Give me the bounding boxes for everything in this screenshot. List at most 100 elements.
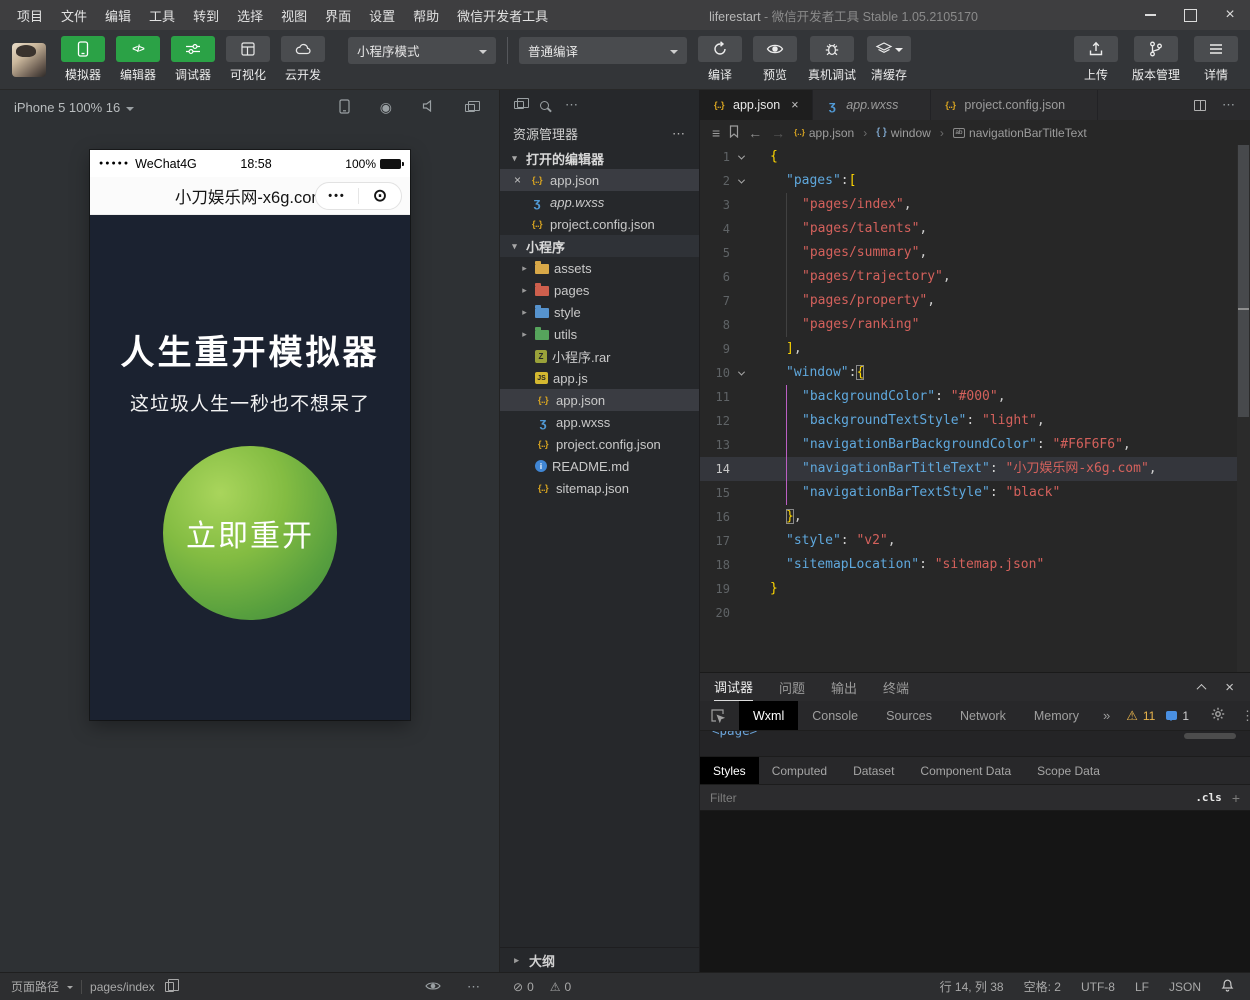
- cloud-dev-button[interactable]: 云开发: [281, 36, 325, 83]
- maximize-button[interactable]: [1170, 0, 1210, 30]
- outline-section[interactable]: ▸ 大纲: [500, 947, 699, 972]
- statusbar-problems-zone[interactable]: ⊘ 0 ⚠ 0: [500, 980, 700, 994]
- devtools-tab[interactable]: Memory: [1020, 701, 1093, 730]
- filter-input[interactable]: [710, 791, 1187, 805]
- explorer-item[interactable]: ʒapp.wxss: [500, 411, 699, 433]
- scrollbar[interactable]: [1237, 145, 1250, 672]
- more-icon[interactable]: ⋯: [565, 97, 579, 113]
- more-tabs-icon[interactable]: »: [1093, 701, 1120, 730]
- open-editors-section[interactable]: ▾ 打开的编辑器: [500, 147, 699, 169]
- menubar-item[interactable]: 微信开发者工具: [448, 6, 557, 25]
- code-line[interactable]: 17"style": "v2",: [700, 529, 1250, 553]
- restart-button[interactable]: 立即重开: [163, 446, 337, 620]
- code-line[interactable]: 12"backgroundTextStyle": "light",: [700, 409, 1250, 433]
- visualizer-toggle-button[interactable]: 可视化: [226, 36, 270, 83]
- remote-debug-button[interactable]: 真机调试: [808, 36, 856, 83]
- code-line[interactable]: 20: [700, 601, 1250, 625]
- explorer-item[interactable]: {..}project.config.json: [500, 433, 699, 455]
- fold-icon[interactable]: [730, 371, 752, 376]
- menubar-item[interactable]: 文件: [52, 6, 96, 25]
- fold-icon[interactable]: [730, 155, 752, 160]
- debugger-tab[interactable]: 问题: [779, 673, 805, 701]
- devtools-tab[interactable]: Network: [946, 701, 1020, 730]
- explorer-item[interactable]: Z小程序.rar: [500, 345, 699, 367]
- code-line[interactable]: 14"navigationBarTitleText": "小刀娱乐网-x6g.c…: [700, 457, 1250, 481]
- add-style-icon[interactable]: +: [1232, 790, 1240, 806]
- wxml-tree[interactable]: <page>: [700, 731, 1250, 757]
- encoding[interactable]: UTF-8: [1081, 980, 1115, 994]
- menubar-item[interactable]: 工具: [140, 6, 184, 25]
- tab-close-icon[interactable]: ×: [791, 98, 801, 112]
- menubar-item[interactable]: 帮助: [404, 6, 448, 25]
- language-mode[interactable]: JSON: [1169, 980, 1201, 994]
- eol-setting[interactable]: LF: [1135, 980, 1149, 994]
- warning-count[interactable]: ⚠ 11 1: [1120, 701, 1195, 730]
- current-page-path[interactable]: pages/index: [90, 980, 155, 994]
- debugger-toggle-button[interactable]: 调试器: [171, 36, 215, 83]
- code-line[interactable]: 2"pages":[: [700, 169, 1250, 193]
- inspect-element-icon[interactable]: [700, 701, 735, 730]
- code-line[interactable]: 15"navigationBarTextStyle": "black": [700, 481, 1250, 505]
- more-icon[interactable]: ⋯: [1222, 97, 1236, 113]
- mode-select[interactable]: 小程序模式: [348, 37, 496, 64]
- cursor-position[interactable]: 行 14, 列 38: [940, 978, 1004, 995]
- code-line[interactable]: 19}: [700, 577, 1250, 601]
- record-icon[interactable]: ◉: [380, 99, 392, 116]
- device-label[interactable]: iPhone 5 100% 16: [14, 100, 120, 115]
- mute-icon[interactable]: [422, 100, 435, 115]
- code-line[interactable]: 10"window":{: [700, 361, 1250, 385]
- editor-tab[interactable]: {..}app.json×: [700, 90, 813, 120]
- user-avatar[interactable]: [12, 43, 46, 77]
- project-section[interactable]: ▾ 小程序: [500, 235, 699, 257]
- minimize-button[interactable]: [1130, 0, 1170, 30]
- debugger-tab[interactable]: 输出: [831, 673, 857, 701]
- debugger-tab[interactable]: 调试器: [714, 673, 753, 701]
- menubar-item[interactable]: 视图: [272, 6, 316, 25]
- code-line[interactable]: 7"pages/property",: [700, 289, 1250, 313]
- explorer-item[interactable]: ▸style: [500, 301, 699, 323]
- styles-tab[interactable]: Scope Data: [1024, 757, 1113, 784]
- explorer-item[interactable]: {..}sitemap.json: [500, 477, 699, 499]
- more-icon[interactable]: ⋯: [467, 979, 481, 995]
- code-line[interactable]: 9],: [700, 337, 1250, 361]
- collapse-icon[interactable]: [1197, 683, 1207, 693]
- copy-icon[interactable]: [165, 982, 174, 992]
- explorer-item[interactable]: ×{..}app.json: [500, 169, 699, 191]
- kebab-menu-icon[interactable]: ⋮: [1241, 708, 1250, 724]
- compile-button[interactable]: 编译: [698, 36, 742, 83]
- details-button[interactable]: 详情: [1194, 36, 1238, 83]
- clear-cache-button[interactable]: 清缓存: [867, 36, 911, 83]
- code-line[interactable]: 11"backgroundColor": "#000",: [700, 385, 1250, 409]
- debugger-tab[interactable]: 终端: [883, 673, 909, 701]
- eye-icon[interactable]: [425, 980, 441, 994]
- folder-chevron-icon[interactable]: ▸: [519, 329, 530, 340]
- breadcrumb-file[interactable]: {..}app.json: [794, 126, 854, 140]
- preview-button[interactable]: 预览: [753, 36, 797, 83]
- editor-toggle-button[interactable]: </> 编辑器: [116, 36, 160, 83]
- fold-icon[interactable]: [730, 179, 752, 184]
- devtools-tab[interactable]: Console: [798, 701, 872, 730]
- close-file-icon[interactable]: ×: [511, 173, 524, 187]
- explorer-item[interactable]: {..}app.json: [500, 389, 699, 411]
- menubar-item[interactable]: 设置: [360, 6, 404, 25]
- code-line[interactable]: 18"sitemapLocation": "sitemap.json": [700, 553, 1250, 577]
- wxml-node[interactable]: <page>: [712, 731, 757, 738]
- code-line[interactable]: 8"pages/ranking": [700, 313, 1250, 337]
- bookmark-icon[interactable]: [729, 125, 739, 141]
- explorer-item[interactable]: ▸pages: [500, 279, 699, 301]
- exit-target-icon[interactable]: ⊙: [359, 186, 401, 206]
- back-icon[interactable]: ←: [748, 125, 762, 141]
- simulator-toggle-button[interactable]: 模拟器: [61, 36, 105, 83]
- code-line[interactable]: 16},: [700, 505, 1250, 529]
- gear-icon[interactable]: [1211, 707, 1225, 724]
- explorer-item[interactable]: ▸utils: [500, 323, 699, 345]
- folder-chevron-icon[interactable]: ▸: [519, 263, 530, 274]
- menubar-item[interactable]: 转到: [184, 6, 228, 25]
- editor-tab[interactable]: {..}project.config.json: [931, 90, 1098, 120]
- pages-icon[interactable]: [514, 101, 524, 109]
- menubar-item[interactable]: 界面: [316, 6, 360, 25]
- code-line[interactable]: 6"pages/trajectory",: [700, 265, 1250, 289]
- scrollbar-thumb[interactable]: [1238, 145, 1249, 417]
- cls-toggle-button[interactable]: .cls: [1195, 791, 1222, 804]
- more-menu-icon[interactable]: •••: [316, 190, 358, 202]
